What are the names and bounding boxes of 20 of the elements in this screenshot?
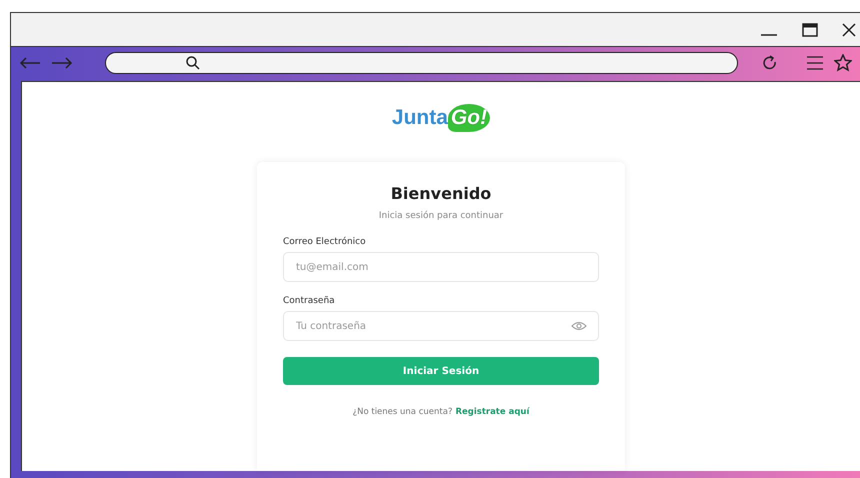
logo: JuntaGo! [392, 104, 490, 132]
menu-icon[interactable] [806, 56, 824, 70]
forward-arrow-icon[interactable] [51, 57, 73, 69]
field-label: Contraseña [283, 296, 336, 306]
back-arrow-icon[interactable] [19, 57, 41, 69]
close-icon[interactable] [842, 22, 856, 36]
register-link[interactable]: Registrate aquí [455, 407, 530, 417]
address-bar[interactable] [105, 52, 738, 74]
card-title: Bienvenido [390, 184, 492, 203]
reload-icon[interactable] [762, 55, 778, 71]
search-icon [186, 56, 200, 70]
card-subtitle: Inicia sesión para continuar [378, 211, 504, 221]
email-field[interactable]: tu@email.com [283, 252, 599, 282]
login-button[interactable]: Iniciar Sesión [283, 357, 599, 385]
footer-text: ¿No tienes una cuenta? [352, 407, 452, 417]
eye-icon[interactable] [571, 321, 587, 331]
star-icon[interactable] [834, 54, 852, 72]
maximize-icon[interactable] [802, 22, 818, 36]
field-label: Correo Electrónico [283, 237, 367, 247]
password-field[interactable]: Tu contraseña [283, 311, 599, 341]
